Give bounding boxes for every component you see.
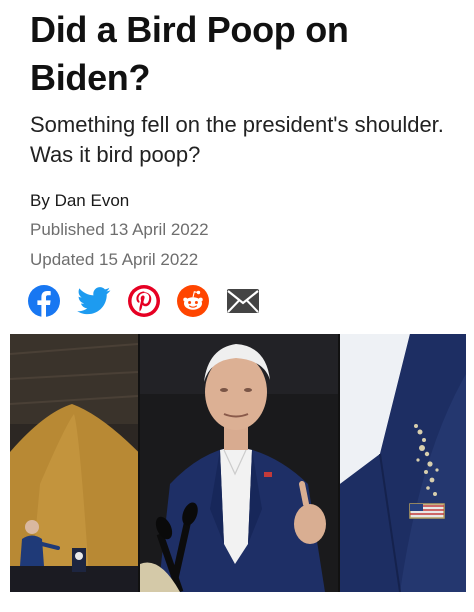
- article-subtitle: Something fell on the president's should…: [30, 112, 444, 167]
- byline-prefix: By: [30, 191, 50, 210]
- byline: By Dan Evon: [30, 190, 129, 212]
- lapel-pin-closeup-photo: [340, 334, 466, 592]
- twitter-icon[interactable]: [77, 285, 111, 317]
- grain-pile-photo: [10, 334, 138, 592]
- published-date: Published 13 April 2022: [30, 220, 209, 239]
- pinterest-icon[interactable]: [128, 285, 160, 317]
- updated-date: Updated 15 April 2022: [30, 250, 199, 269]
- speaking-at-podium-photo: [140, 334, 338, 592]
- share-bar: [28, 284, 260, 318]
- author-link[interactable]: Dan Evon: [55, 191, 130, 210]
- email-icon[interactable]: [226, 285, 260, 317]
- article-image: [10, 334, 466, 592]
- reddit-icon[interactable]: [177, 285, 209, 317]
- article-title: Did a Bird Poop on Biden?: [30, 9, 349, 98]
- facebook-icon[interactable]: [28, 285, 60, 317]
